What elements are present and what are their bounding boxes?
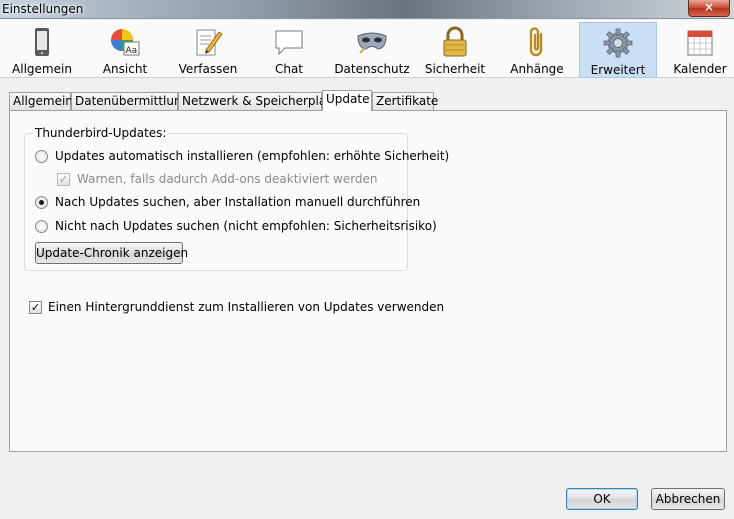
tab-datenuebermittlung[interactable]: Datenübermittlung xyxy=(71,92,189,110)
never-check-radio[interactable] xyxy=(35,220,48,233)
toolbar-label: Chat xyxy=(274,62,304,76)
tab-update[interactable]: Update xyxy=(322,90,372,111)
pencil-note-icon xyxy=(196,29,223,56)
group-title: Thunderbird-Updates: xyxy=(33,126,169,140)
toolbar-item-chat[interactable]: Chat xyxy=(258,22,320,78)
toolbar-item-sicherheit[interactable]: Sicherheit xyxy=(422,22,488,78)
gear-icon xyxy=(603,28,633,58)
update-history-button[interactable]: Update-Chronik anzeigen xyxy=(35,242,188,264)
auto-install-label[interactable]: Updates automatisch installieren (empfoh… xyxy=(55,149,449,163)
toolbar-label: Anhänge xyxy=(510,62,564,76)
cancel-button[interactable]: Abbrechen xyxy=(651,488,725,510)
title-bar: Einstellungen × xyxy=(0,0,734,19)
close-icon: × xyxy=(703,0,715,14)
toolbar-item-anhaenge[interactable]: Anhänge xyxy=(502,22,572,78)
manual-install-label[interactable]: Nach Updates suchen, aber Installation m… xyxy=(55,195,420,209)
speech-bubble-icon xyxy=(275,30,303,56)
toolbar-label: Verfassen xyxy=(178,62,238,76)
window-title: Einstellungen xyxy=(2,2,84,16)
mask-icon xyxy=(357,32,387,54)
toolbar-label: Sicherheit xyxy=(424,62,486,76)
toolbar-label: Allgemein xyxy=(12,62,72,76)
svg-text:Aa: Aa xyxy=(126,46,138,56)
close-button[interactable]: × xyxy=(688,0,730,17)
preferences-toolbar: Allgemein Aa Ansicht Verfassen Chat Date… xyxy=(0,20,734,78)
updates-group: Thunderbird-Updates: Updates automatisch… xyxy=(24,126,449,271)
phone-icon xyxy=(35,28,49,56)
toolbar-item-ansicht[interactable]: Aa Ansicht xyxy=(92,22,158,78)
background-service-checkbox[interactable]: ✓ xyxy=(29,301,42,314)
ok-button[interactable]: OK xyxy=(566,488,638,510)
tab-zertifikate[interactable]: Zertifikate xyxy=(372,92,438,110)
toolbar-item-verfassen[interactable]: Verfassen xyxy=(172,22,244,78)
background-service-label[interactable]: Einen Hintergrunddienst zum Installieren… xyxy=(48,300,444,314)
toolbar-item-datenschutz[interactable]: Datenschutz xyxy=(334,22,410,78)
toolbar-label: Erweitert xyxy=(590,63,646,77)
padlock-icon xyxy=(443,26,467,57)
toolbar-label: Kalender xyxy=(673,62,727,76)
warn-addons-checkbox[interactable]: ✓ xyxy=(57,173,70,186)
paperclip-icon xyxy=(529,27,543,57)
color-font-icon: Aa xyxy=(111,29,140,56)
calendar-icon xyxy=(687,30,713,56)
toolbar-item-erweitert[interactable]: Erweitert xyxy=(579,22,657,78)
auto-install-radio[interactable] xyxy=(35,150,48,163)
warn-addons-label[interactable]: Warnen, falls dadurch Add-ons deaktivier… xyxy=(77,172,378,186)
toolbar-item-kalender[interactable]: Kalender xyxy=(668,22,732,78)
toolbar-label: Ansicht xyxy=(102,62,148,76)
tab-netzwerk-speicherplatz[interactable]: Netzwerk & Speicherplatz xyxy=(178,92,337,110)
tab-allgemein[interactable]: Allgemein xyxy=(9,92,73,110)
manual-install-radio[interactable] xyxy=(35,196,48,209)
toolbar-item-allgemein[interactable]: Allgemein xyxy=(4,22,80,78)
update-panel: Thunderbird-Updates: Updates automatisch… xyxy=(9,110,727,452)
toolbar-label: Datenschutz xyxy=(334,62,410,76)
never-check-label[interactable]: Nicht nach Updates suchen (nicht empfohl… xyxy=(55,219,437,233)
